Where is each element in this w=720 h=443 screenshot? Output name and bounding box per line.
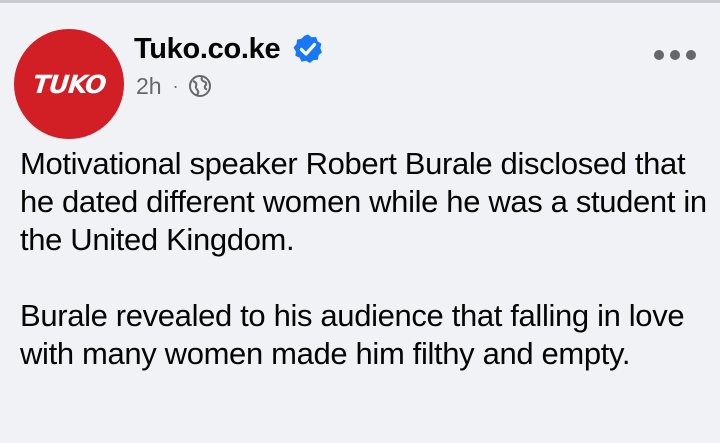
post-paragraph: Motivational speaker Robert Burale discl… <box>20 146 707 257</box>
post-body: Motivational speaker Robert Burale discl… <box>20 145 710 373</box>
more-options-icon[interactable] <box>652 43 698 67</box>
globe-icon[interactable] <box>188 74 212 98</box>
post-card: TUKO Tuko.co.ke 2h · Motivational speake… <box>0 3 720 443</box>
post-timestamp[interactable]: 2h <box>136 73 162 100</box>
meta-separator: · <box>172 75 179 96</box>
post-meta: 2h · <box>136 71 212 101</box>
page-avatar[interactable]: TUKO <box>14 29 124 139</box>
post-paragraph: Burale revealed to his audience that fal… <box>20 298 685 371</box>
page-name-link[interactable]: Tuko.co.ke <box>134 33 281 66</box>
post-header: Tuko.co.ke <box>134 29 324 69</box>
verified-badge-icon <box>293 34 323 63</box>
avatar-logo-text: TUKO <box>31 69 107 99</box>
